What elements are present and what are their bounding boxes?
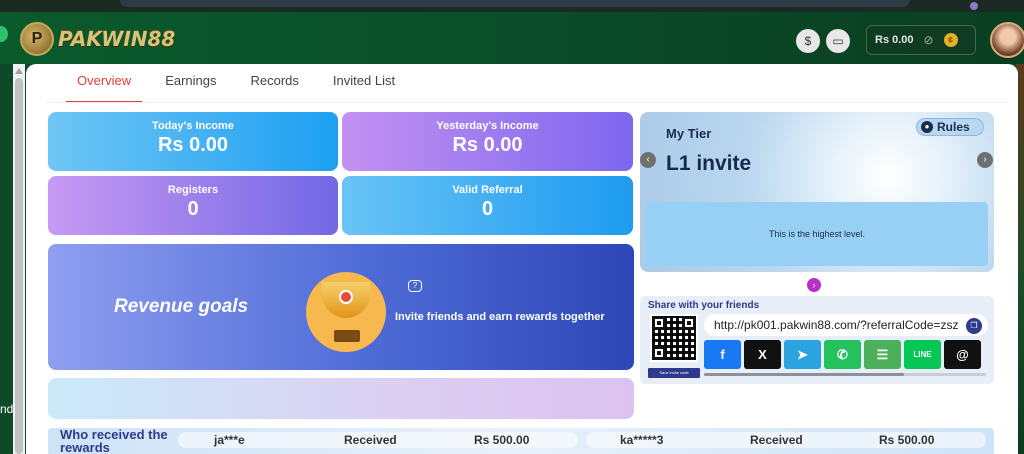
sms-icon[interactable]: ☰ (864, 340, 901, 369)
chat-support-icon[interactable]: ▭ (826, 29, 850, 53)
today-income-label: Today's Income (152, 120, 234, 132)
tab-invited-list[interactable]: Invited List (316, 74, 412, 102)
save-invite-code-button[interactable]: Save invite code (648, 368, 700, 378)
registers-label: Registers (167, 184, 219, 196)
x-icon[interactable]: X (744, 340, 781, 369)
scroll-up-arrow-icon[interactable] (15, 68, 23, 74)
tier-expand-icon[interactable]: › (807, 278, 821, 292)
revenue-goals-title: Revenue goals (114, 296, 249, 317)
tab-records[interactable]: Records (234, 74, 316, 102)
today-income-value: Rs 0.00 (157, 134, 229, 156)
my-tier-title: My Tier (666, 126, 712, 141)
yesterday-income-card: Yesterday's Income Rs 0.00 (342, 112, 633, 171)
today-income-card: Today's Income Rs 0.00 (48, 112, 338, 171)
reward-status: Received (344, 433, 397, 447)
rewards-title: Who received the rewards (60, 428, 168, 454)
rules-icon: ● (921, 121, 933, 133)
rewards-ticker: Who received the rewards ja***e Received… (48, 428, 994, 454)
my-tier-card: My Tier L1 invite ● Rules This is the hi… (640, 112, 994, 272)
reward-amount: Rs 500.00 (474, 433, 530, 447)
referral-panel: Overview Earnings Records Invited List T… (26, 64, 1018, 454)
yesterday-income-label: Yesterday's Income (436, 120, 539, 132)
reward-user: ka*****3 (620, 433, 664, 447)
site-logo[interactable]: P PAKWIN88 (20, 22, 175, 56)
gradient-strip (48, 378, 634, 419)
coin-icon[interactable]: ¢ (943, 33, 958, 47)
chat-bubble-icon: ? (408, 280, 422, 292)
share-panel: Share with your friends Save invite code… (640, 296, 994, 384)
rewards-title-line2: rewards (60, 440, 110, 454)
logo-text: PAKWIN88 (58, 27, 176, 51)
tier-next-arrow-icon[interactable]: › (977, 152, 993, 168)
scrollbar[interactable] (13, 64, 25, 454)
yesterday-income-value: Rs 0.00 (452, 134, 523, 156)
left-rail-text: nd (0, 402, 14, 416)
rules-button[interactable]: ● Rules (916, 118, 984, 136)
whatsapp-icon[interactable]: ✆ (824, 340, 861, 369)
reward-status: Received (750, 433, 803, 447)
telegram-icon[interactable]: ➤ (784, 340, 821, 369)
rules-label: Rules (937, 120, 970, 134)
facebook-icon[interactable]: f (704, 340, 741, 369)
threads-icon[interactable]: @ (944, 340, 981, 369)
trophy-icon (306, 264, 386, 352)
tier-prev-arrow-icon[interactable]: ‹ (640, 152, 656, 168)
money-bag-icon[interactable]: $ (796, 29, 820, 53)
invite-friends-text: Invite friends and earn rewards together (395, 311, 605, 323)
profile-dot-icon (970, 2, 978, 10)
tier-level: L1 invite (666, 152, 752, 175)
balance-amount: Rs 0.00 (875, 34, 914, 46)
social-share-buttons: f X ➤ ✆ ☰ LINE @ (704, 340, 981, 369)
valid-referral-card: Valid Referral 0 (342, 176, 633, 235)
address-bar-edge (120, 0, 910, 7)
copy-icon[interactable]: ❐ (966, 318, 982, 334)
tab-bar: Overview Earnings Records Invited List (60, 74, 412, 103)
tier-message: This is the highest level. (646, 202, 988, 266)
valid-referral-label: Valid Referral (452, 184, 523, 196)
valid-referral-value: 0 (481, 198, 494, 220)
referral-url-field[interactable]: http://pk001.pakwin88.com/?referralCode=… (704, 314, 988, 336)
social-scrollbar[interactable] (704, 373, 986, 376)
eye-slash-icon[interactable]: ⊘ (924, 33, 934, 47)
avatar[interactable] (990, 22, 1024, 58)
tab-divider (46, 102, 1006, 103)
browser-top-strip (0, 0, 1024, 12)
line-icon[interactable]: LINE (904, 340, 941, 369)
reward-amount: Rs 500.00 (879, 433, 935, 447)
revenue-goals-banner[interactable]: Revenue goals ? Invite friends and earn … (48, 244, 634, 370)
wallet-balance[interactable]: Rs 0.00 ⊘ ¢ (866, 25, 976, 55)
reward-user: ja***e (214, 433, 245, 447)
scrollbar-thumb[interactable] (15, 78, 23, 454)
registers-value: 0 (187, 198, 199, 220)
logo-emblem-icon: P (20, 22, 54, 56)
tab-earnings[interactable]: Earnings (148, 74, 233, 102)
share-title: Share with your friends (648, 300, 760, 311)
registers-card: Registers 0 (48, 176, 338, 235)
left-rail (0, 64, 12, 454)
qr-code (650, 314, 698, 362)
tab-overview[interactable]: Overview (60, 74, 148, 103)
